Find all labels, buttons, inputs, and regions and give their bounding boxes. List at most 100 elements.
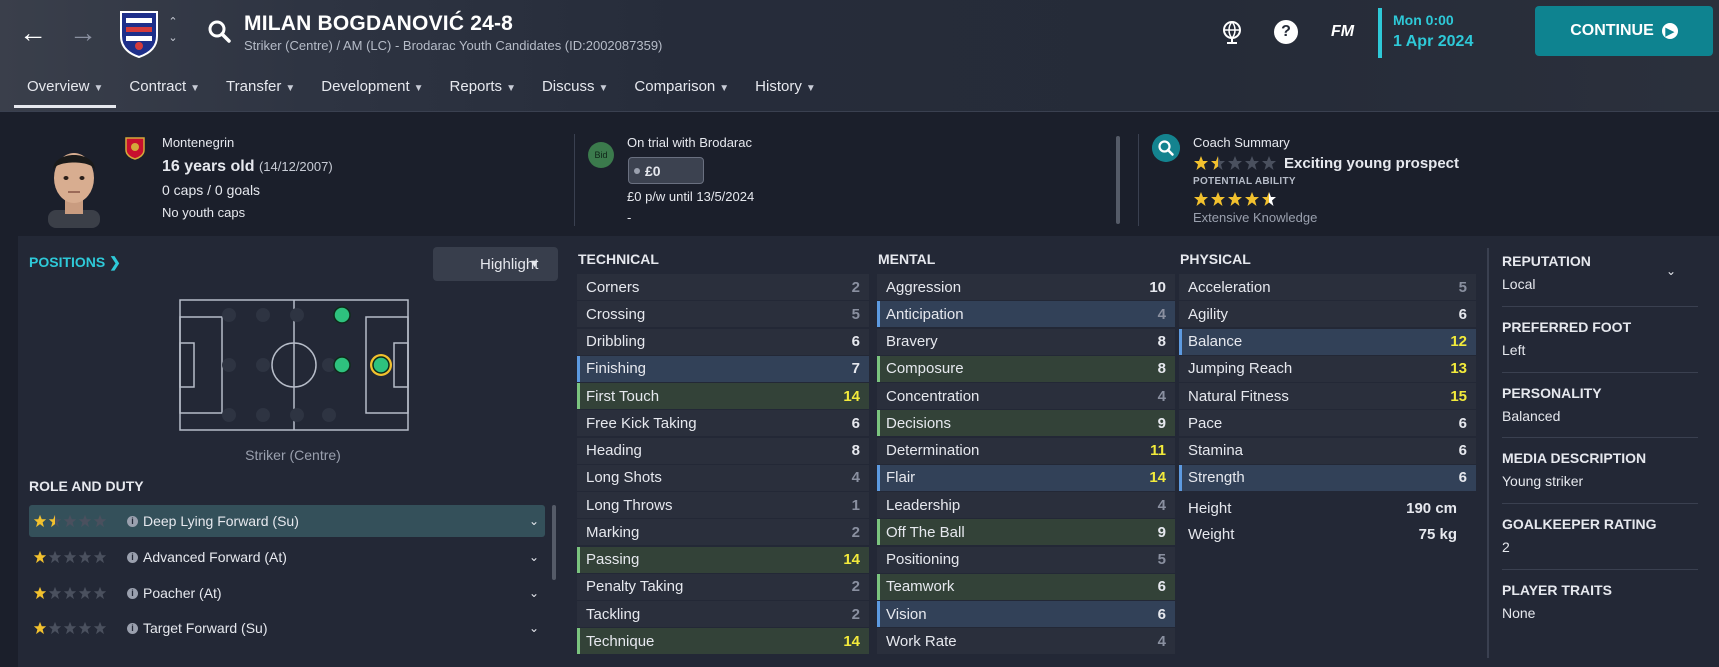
club-crest-icon[interactable]: [118, 10, 160, 58]
role-row[interactable]: i Deep Lying Forward (Su) ⌄: [29, 505, 545, 537]
positions-link[interactable]: POSITIONS ❯: [29, 254, 121, 271]
role-stars: [33, 586, 107, 600]
nationality[interactable]: Montenegrin: [162, 135, 234, 150]
attribute-row[interactable]: Balance 12: [1179, 328, 1476, 355]
attribute-row[interactable]: Long Throws 1: [577, 492, 869, 518]
media-description-value: Young striker: [1502, 473, 1584, 489]
mental-title: MENTAL: [878, 251, 936, 267]
attribute-row[interactable]: Free Kick Taking 6: [577, 410, 869, 437]
attribute-value: 13: [1450, 360, 1467, 378]
attribute-row[interactable]: Technique 14: [577, 628, 869, 655]
tab-reports[interactable]: Reports ▼: [437, 74, 529, 108]
attribute-row[interactable]: Flair 14: [877, 464, 1175, 491]
role-row[interactable]: i Target Forward (Su) ⌄: [29, 612, 545, 644]
attribute-row[interactable]: Teamwork 6: [877, 573, 1175, 600]
mental-attributes: MENTAL Aggression 10 Anticipation 4 Bravery 8…: [877, 251, 1175, 656]
role-stars: [33, 514, 107, 528]
attribute-row[interactable]: Pace 6: [1179, 410, 1476, 437]
player-switch-arrows[interactable]: ⌃ ⌄: [166, 14, 180, 50]
attribute-name: Composure: [886, 360, 964, 378]
attribute-row[interactable]: Tackling 2: [577, 601, 869, 627]
chevron-down-icon[interactable]: ⌄: [529, 550, 539, 564]
technical-title: TECHNICAL: [578, 251, 659, 267]
attribute-row[interactable]: Long Shots 4: [577, 464, 869, 491]
position-dot-am-l[interactable]: [333, 306, 351, 324]
attribute-row[interactable]: Anticipation 4: [877, 301, 1175, 328]
attribute-row[interactable]: Work Rate 4: [877, 628, 1175, 655]
tab-history[interactable]: History ▼: [742, 74, 829, 108]
attribute-row[interactable]: Vision 6: [877, 601, 1175, 627]
attribute-name: Corners: [586, 278, 640, 296]
player-subtitle[interactable]: Striker (Centre) / AM (LC) - Brodarac Yo…: [244, 38, 662, 53]
tab-comparison[interactable]: Comparison ▼: [621, 74, 742, 108]
role-row[interactable]: i Poacher (At) ⌄: [29, 577, 545, 609]
attribute-row[interactable]: Aggression 10: [877, 274, 1175, 300]
coach-search-icon[interactable]: [1152, 134, 1180, 162]
info-icon[interactable]: i: [127, 622, 138, 634]
tab-discuss[interactable]: Discuss ▼: [529, 74, 621, 108]
tab-contract[interactable]: Contract ▼: [116, 74, 213, 108]
tab-label: Overview: [27, 78, 90, 95]
attribute-row[interactable]: Marking 2: [577, 519, 869, 546]
attribute-value: 6: [851, 333, 860, 350]
tab-overview[interactable]: Overview ▼: [14, 74, 117, 108]
attribute-row[interactable]: Corners 2: [577, 274, 869, 300]
chevron-down-icon[interactable]: ⌄: [529, 586, 539, 600]
info-icon[interactable]: i: [127, 587, 138, 599]
role-name: Target Forward (Su): [143, 620, 268, 636]
attribute-row[interactable]: Penalty Taking 2: [577, 573, 869, 600]
search-icon[interactable]: [206, 18, 232, 44]
star-icon: [1262, 192, 1276, 206]
attribute-row[interactable]: Heading 8: [577, 437, 869, 464]
attribute-row[interactable]: Composure 8: [877, 355, 1175, 382]
attribute-row[interactable]: Decisions 9: [877, 410, 1175, 437]
media-description-block: MEDIA DESCRIPTION Young striker: [1502, 437, 1698, 489]
globe-icon[interactable]: [1218, 18, 1246, 46]
star-icon: [1194, 192, 1208, 206]
info-icon[interactable]: i: [127, 515, 138, 527]
roles-scrollbar[interactable]: [552, 505, 556, 580]
attribute-row[interactable]: First Touch 14: [577, 383, 869, 409]
continue-button[interactable]: CONTINUE ▶: [1535, 6, 1713, 56]
attribute-row[interactable]: Crossing 5: [577, 301, 869, 328]
attribute-name: Tackling: [586, 605, 641, 623]
tab-development[interactable]: Development ▼: [308, 74, 436, 108]
attribute-row[interactable]: Dribbling 6: [577, 328, 869, 355]
player-traits-value: None: [1502, 605, 1536, 621]
highlight-dropdown[interactable]: Highlight ▼: [433, 247, 558, 281]
attribute-row[interactable]: Off The Ball 9: [877, 519, 1175, 546]
attribute-row[interactable]: Stamina 6: [1179, 437, 1476, 464]
bid-icon[interactable]: Bid: [588, 142, 614, 168]
attribute-row[interactable]: Finishing 7: [577, 355, 869, 382]
attribute-value: 6: [1458, 305, 1467, 323]
attribute-value: 5: [1157, 551, 1166, 568]
attribute-row[interactable]: Agility 6: [1179, 301, 1476, 328]
info-scrollbar[interactable]: [1116, 136, 1120, 224]
attribute-name: Determination: [886, 442, 980, 459]
attribute-row[interactable]: Positioning 5: [877, 546, 1175, 573]
chevron-down-icon[interactable]: ⌄: [529, 514, 539, 528]
chevron-down-icon[interactable]: ⌄: [529, 621, 539, 635]
attribute-row[interactable]: Acceleration 5: [1179, 274, 1476, 300]
position-dot-am-c[interactable]: [333, 356, 351, 374]
attribute-row[interactable]: Bravery 8: [877, 328, 1175, 355]
attribute-row[interactable]: Concentration 4: [877, 383, 1175, 409]
attribute-row[interactable]: Natural Fitness 15: [1179, 383, 1476, 409]
attribute-row[interactable]: Leadership 4: [877, 492, 1175, 518]
youth-caps: No youth caps: [162, 205, 246, 220]
attribute-row[interactable]: Strength 6: [1179, 464, 1476, 491]
tab-transfer[interactable]: Transfer ▼: [213, 74, 308, 108]
fm-logo[interactable]: FM: [1331, 23, 1354, 41]
attribute-row[interactable]: Passing 14: [577, 546, 869, 573]
role-row[interactable]: i Advanced Forward (At) ⌄: [29, 541, 545, 573]
help-icon[interactable]: ?: [1274, 20, 1298, 44]
attribute-row[interactable]: Jumping Reach 13: [1179, 355, 1476, 382]
attribute-name: Passing: [586, 551, 640, 568]
positions-label: POSITIONS: [29, 254, 106, 270]
transfer-fee-tag[interactable]: £0: [628, 157, 704, 184]
info-icon[interactable]: i: [127, 551, 138, 563]
attribute-row[interactable]: Determination 11: [877, 437, 1175, 464]
back-arrow-icon[interactable]: ←: [18, 17, 48, 48]
forward-arrow-icon[interactable]: →: [68, 17, 98, 48]
chevron-down-icon[interactable]: ⌄: [1666, 264, 1676, 278]
